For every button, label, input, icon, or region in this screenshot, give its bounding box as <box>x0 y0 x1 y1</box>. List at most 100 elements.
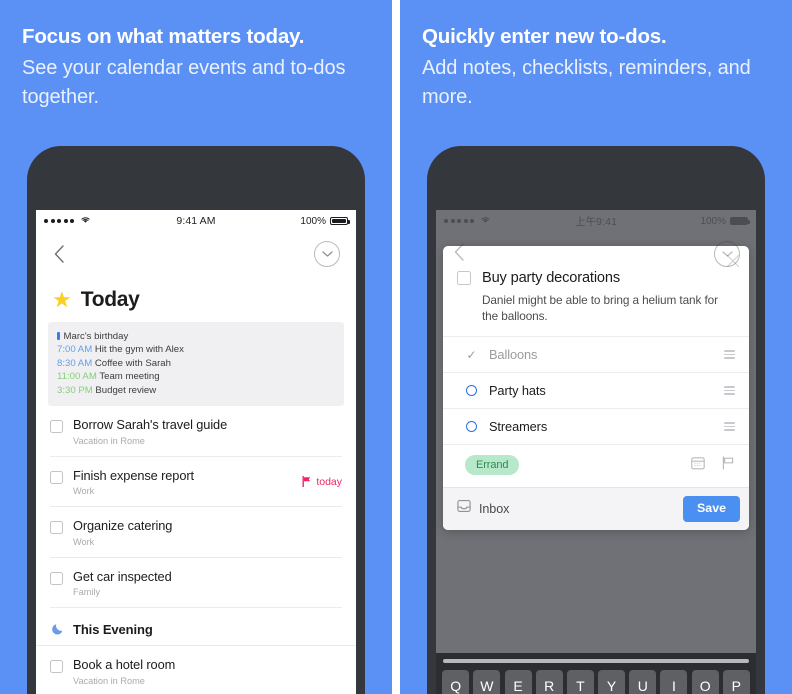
section-label: This Evening <box>73 622 153 638</box>
on-screen-keyboard: Q W E R T Y U I O P A S D <box>436 653 756 694</box>
battery-icon <box>330 216 350 226</box>
status-time-right: 上午9:41 <box>574 215 618 228</box>
task-detail-modal: Buy party decorations Daniel might be ab… <box>443 246 749 530</box>
checklist-item[interactable]: Streamers <box>443 408 749 444</box>
todo-title: Book a hotel room <box>73 657 176 673</box>
battery-icon <box>730 216 750 226</box>
todo-subtitle: Family <box>73 587 101 598</box>
status-bar-right: 上午9:41 100% <box>436 210 756 232</box>
checkbox-icon[interactable] <box>50 470 63 484</box>
key-q[interactable]: Q <box>442 670 470 694</box>
status-badge[interactable]: Errand <box>465 455 520 475</box>
phone-screen-right: 上午9:41 100% Buy party decorations Daniel… <box>436 210 756 694</box>
phone-mockup-right: 上午9:41 100% Buy party decorations Daniel… <box>427 146 765 694</box>
event-time: 7:00 AM <box>57 344 93 356</box>
event-row: 8:30 AM Coffee with Sarah <box>57 357 335 370</box>
evening-todo-list: Book a hotel room Vacation in Rome <box>36 646 356 694</box>
list-item[interactable]: Finish expense report Work today <box>50 457 342 508</box>
drag-handle-icon[interactable] <box>724 350 735 359</box>
modal-note[interactable]: Daniel might be able to bring a helium t… <box>443 286 749 336</box>
checklist-item[interactable]: Party hats <box>443 372 749 408</box>
circle-outline-icon[interactable] <box>465 421 478 432</box>
due-flag-badge: today <box>302 476 342 488</box>
checklist-label: Streamers <box>489 419 548 434</box>
allday-bar-icon <box>57 331 60 340</box>
promo-panel-left: Focus on what matters today. See your ca… <box>0 0 392 694</box>
todo-subtitle: Vacation in Rome <box>73 435 145 446</box>
checkbox-icon[interactable] <box>50 521 63 535</box>
event-title: Hit the gym with Alex <box>94 344 184 356</box>
checkbox-icon[interactable] <box>50 571 63 585</box>
list-item[interactable]: Get car inspected Family <box>50 558 342 609</box>
promo-panel-right: Quickly enter new to-dos. Add notes, che… <box>400 0 792 694</box>
todo-subtitle: Vacation in Rome <box>73 675 145 686</box>
calendar-icon[interactable] <box>691 456 705 475</box>
promo-copy-right: Quickly enter new to-dos. Add notes, che… <box>400 0 792 111</box>
nav-bar-right-dimmed <box>436 232 756 276</box>
event-time: 11:00 AM <box>57 371 97 383</box>
modal-footer: Inbox Save <box>443 487 749 530</box>
key-e[interactable]: E <box>504 670 532 694</box>
nav-bar-left <box>36 232 356 276</box>
moon-icon <box>52 622 65 637</box>
calendar-events-block[interactable]: Marc's birthday 7:00 AM Hit the gym with… <box>48 322 344 407</box>
flag-icon[interactable] <box>722 455 735 475</box>
event-row: 11:00 AM Team meeting <box>57 370 335 383</box>
todo-subtitle: Work <box>73 536 95 547</box>
list-item[interactable]: Book a hotel room Vacation in Rome <box>50 646 342 694</box>
back-chevron-icon <box>452 241 466 268</box>
tag-row-actions <box>691 455 735 475</box>
keyboard-suggestion-bar <box>443 659 749 663</box>
todo-subtitle: Work <box>73 486 95 497</box>
status-time-left: 9:41 AM <box>176 215 216 227</box>
key-r[interactable]: R <box>535 670 563 694</box>
promo-copy-left: Focus on what matters today. See your ca… <box>0 0 392 111</box>
subhead-right: Add notes, checklists, reminders, and mo… <box>422 57 751 108</box>
headline-right: Quickly enter new to-dos. <box>422 25 667 48</box>
back-chevron-icon[interactable] <box>52 243 66 265</box>
event-row: Marc's birthday <box>57 330 335 343</box>
checkbox-icon[interactable] <box>50 420 63 434</box>
todo-title: Get car inspected <box>73 568 172 584</box>
phone-mockup-left: 9:41 AM 100% ★ Today Marc's birthday 7:0… <box>27 146 365 694</box>
key-i[interactable]: I <box>660 670 688 694</box>
event-title: Team meeting <box>99 371 160 383</box>
flag-icon <box>302 476 311 488</box>
key-y[interactable]: Y <box>598 670 626 694</box>
list-item[interactable]: Organize catering Work <box>50 507 342 558</box>
key-o[interactable]: O <box>691 670 719 694</box>
checklist-label: Party hats <box>489 383 546 398</box>
event-title: Marc's birthday <box>63 331 129 342</box>
key-p[interactable]: P <box>722 670 750 694</box>
save-button[interactable]: Save <box>683 496 740 522</box>
check-mark-icon[interactable]: ✓ <box>465 349 478 361</box>
todo-list: Borrow Sarah's travel guide Vacation in … <box>36 406 356 609</box>
key-u[interactable]: U <box>629 670 657 694</box>
drag-handle-icon[interactable] <box>724 386 735 395</box>
promo-screenshot-pair: Focus on what matters today. See your ca… <box>0 0 792 694</box>
event-title: Coffee with Sarah <box>94 357 171 369</box>
phone-screen-left: 9:41 AM 100% ★ Today Marc's birthday 7:0… <box>36 210 356 694</box>
key-t[interactable]: T <box>566 670 594 694</box>
checklist-item[interactable]: ✓ Balloons <box>443 336 749 372</box>
drag-handle-icon[interactable] <box>724 422 735 431</box>
list-name[interactable]: Inbox <box>479 502 509 516</box>
todo-title: Organize catering <box>73 518 173 534</box>
keyboard-row-1: Q W E R T Y U I O P <box>439 670 753 694</box>
event-row: 7:00 AM Hit the gym with Alex <box>57 343 335 356</box>
headline-left: Focus on what matters today. <box>22 25 305 48</box>
checkbox-icon[interactable] <box>50 660 63 674</box>
chevron-down-icon <box>714 241 740 267</box>
chevron-down-icon[interactable] <box>314 241 340 267</box>
todo-title: Finish expense report <box>73 467 194 483</box>
circle-outline-icon[interactable] <box>465 385 478 396</box>
tag-row: Errand <box>443 444 749 487</box>
due-flag-label: today <box>316 475 342 488</box>
key-w[interactable]: W <box>473 670 501 694</box>
event-title: Budget review <box>95 384 157 396</box>
inbox-icon[interactable] <box>457 499 471 518</box>
list-item[interactable]: Borrow Sarah's travel guide Vacation in … <box>50 406 342 457</box>
subhead-left: See your calendar events and to-dos toge… <box>22 57 346 108</box>
star-icon: ★ <box>52 287 72 312</box>
event-row: 3:30 PM Budget review <box>57 384 335 397</box>
